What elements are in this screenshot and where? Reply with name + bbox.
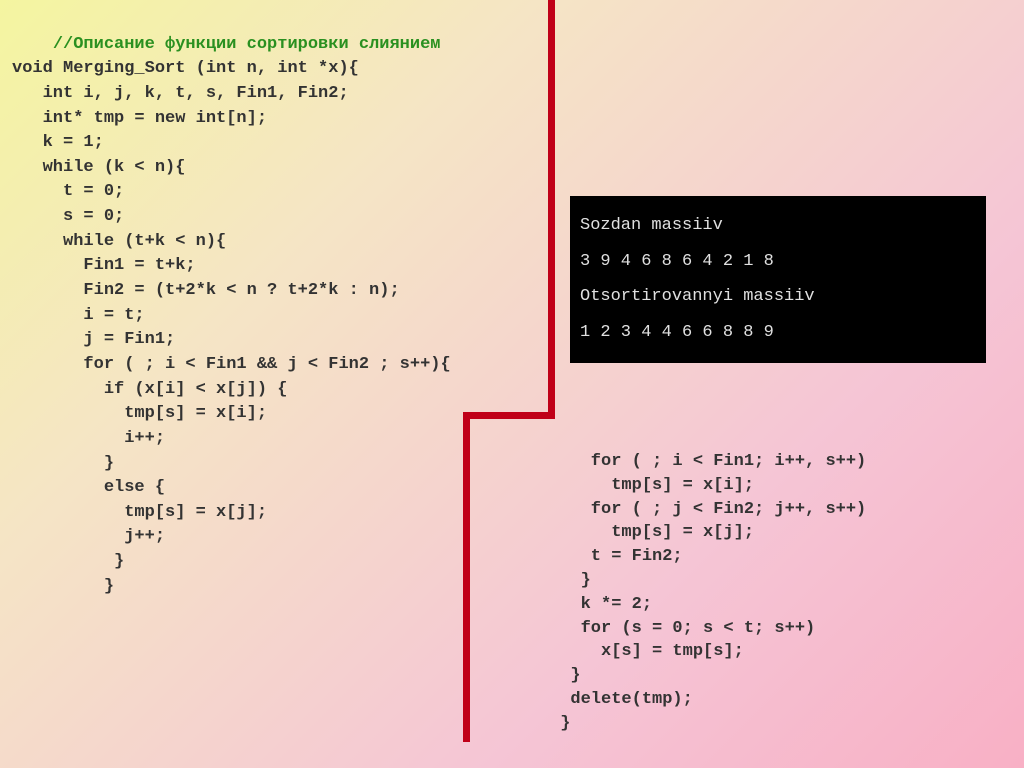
divider-vertical-top [548, 0, 555, 413]
divider-vertical-bottom [463, 412, 470, 742]
code-comment: //Описание функции сортировки слиянием [53, 35, 441, 54]
terminal-output: Sozdan massiiv 3 9 4 6 8 6 4 2 1 8 Otsor… [570, 196, 986, 363]
code-body-left: void Merging_Sort (int n, int *x){ int i… [12, 59, 451, 595]
terminal-line-3: Otsortirovannyi massiiv [580, 279, 976, 315]
terminal-line-2: 3 9 4 6 8 6 4 2 1 8 [580, 244, 976, 280]
terminal-line-4: 1 2 3 4 4 6 6 8 8 9 [580, 315, 976, 351]
slide-container: //Описание функции сортировки слиянием v… [0, 0, 1024, 768]
divider-horizontal [463, 412, 555, 419]
terminal-line-1: Sozdan massiiv [580, 208, 976, 244]
code-block-right: for ( ; i < Fin1; i++, s++) tmp[s] = x[i… [550, 450, 866, 736]
